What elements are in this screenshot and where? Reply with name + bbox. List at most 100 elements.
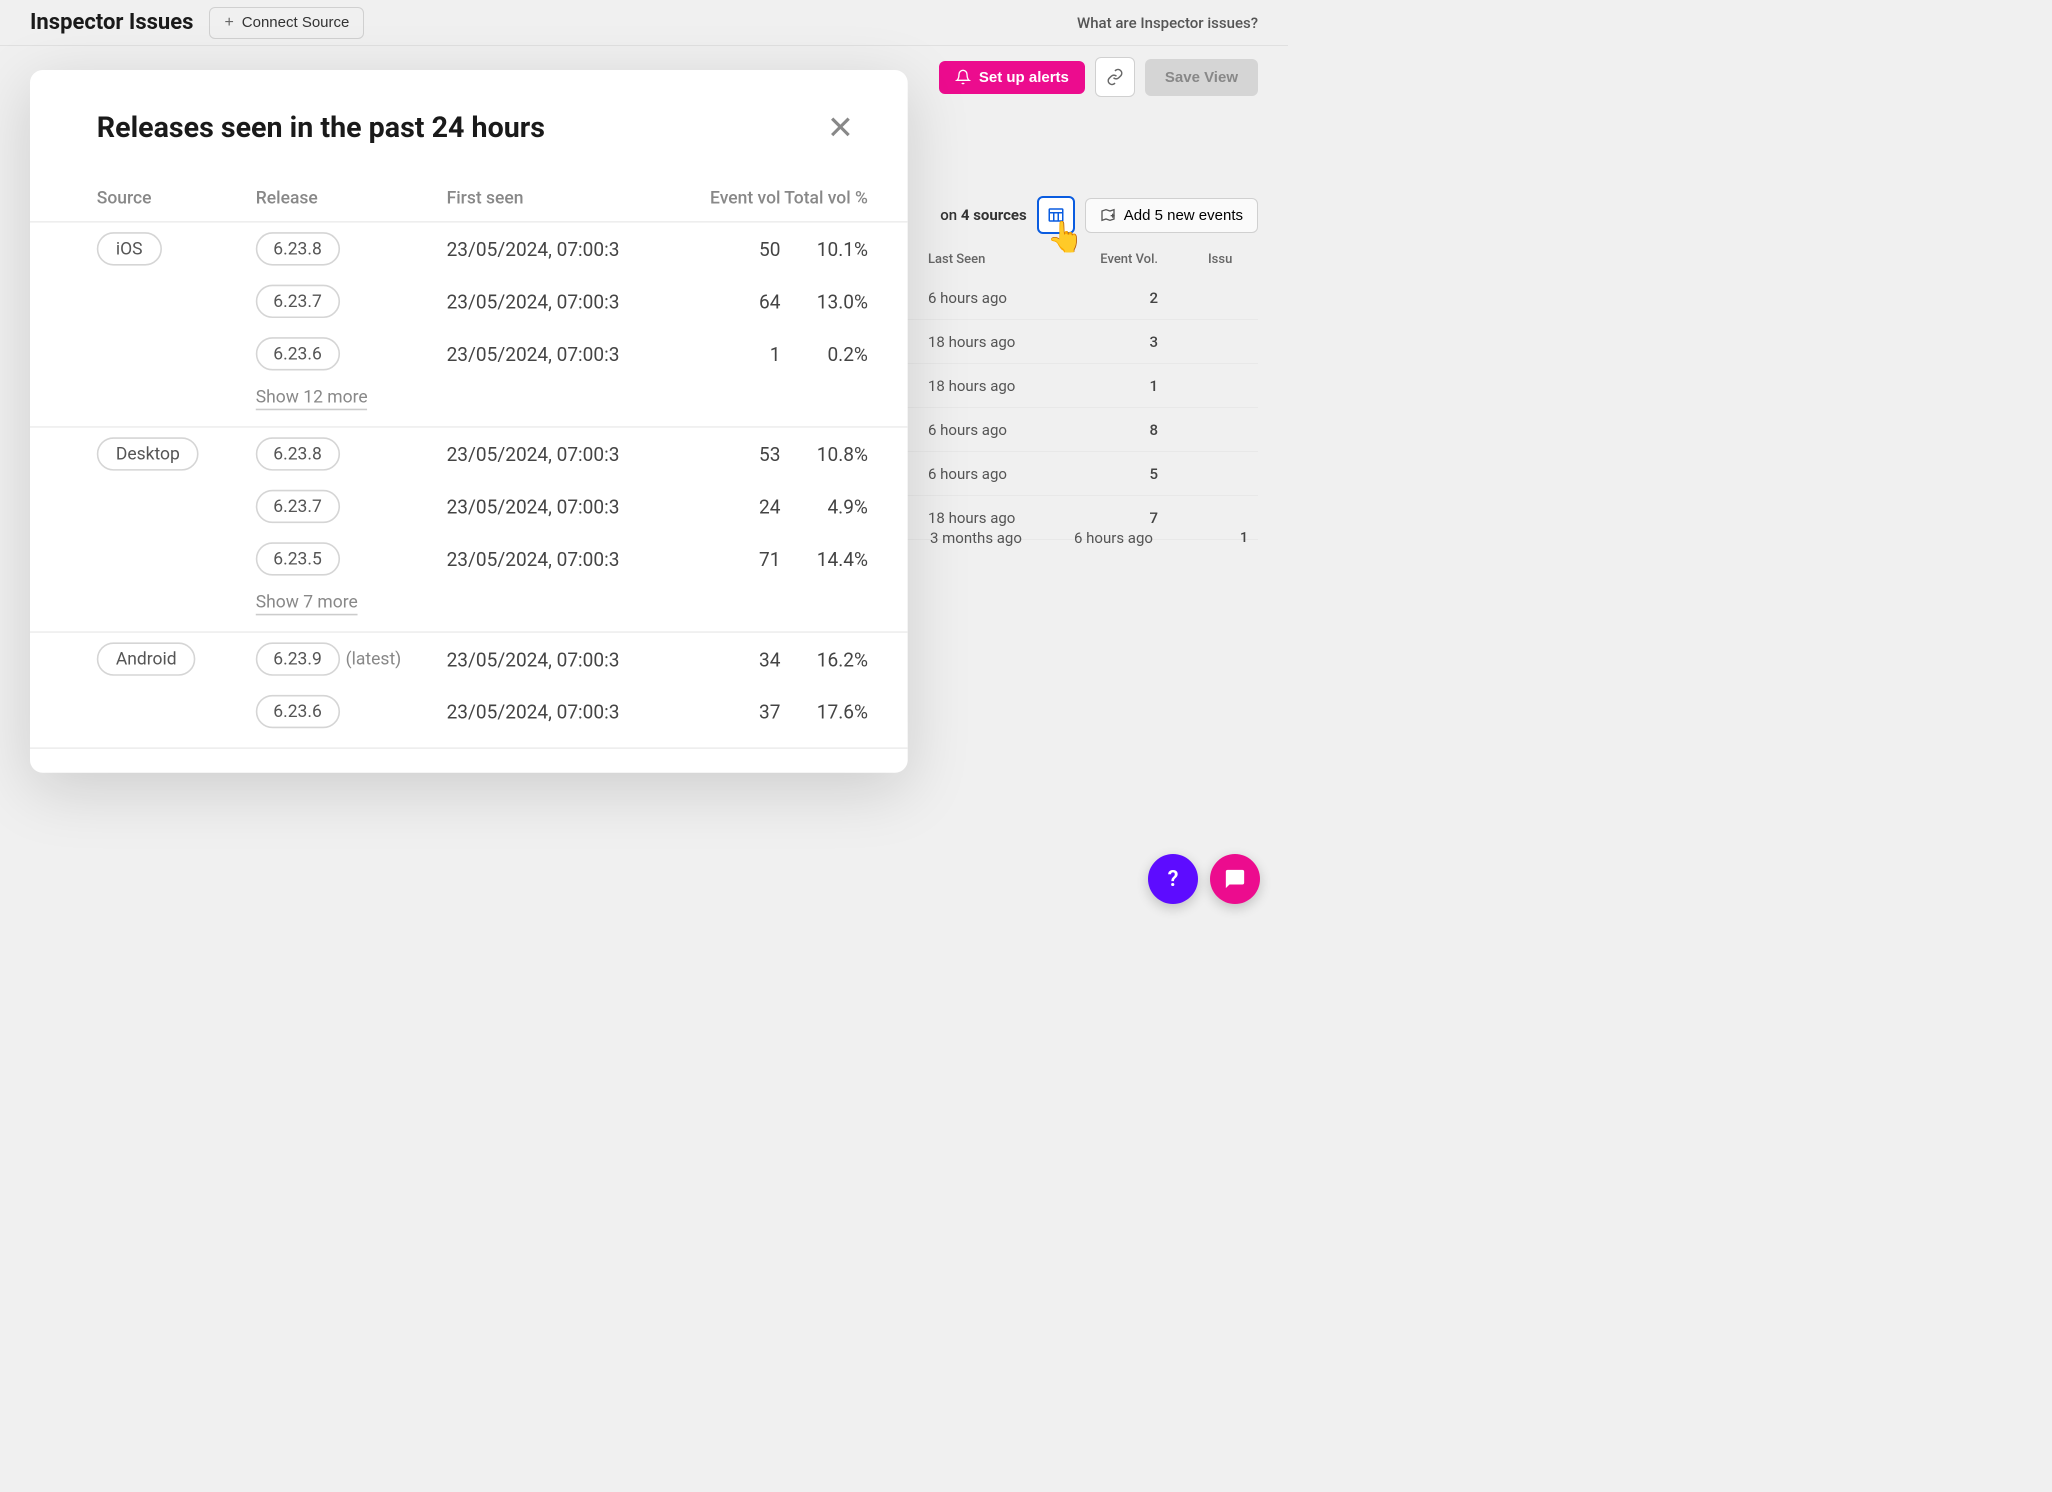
source-group: iOS 6.23.8 23/05/2024, 07:00:3 50 10.1% … (30, 223, 908, 428)
first-seen-cell: 23/05/2024, 07:00:3 (447, 238, 686, 260)
event-vol-cell: 3 (1088, 333, 1158, 351)
release-pill: 6.23.5 (256, 542, 340, 575)
release-row: 6.23.6 23/05/2024, 07:00:3 37 17.6% (30, 685, 908, 737)
first-seen-cell: 23/05/2024, 07:00:3 (447, 343, 686, 365)
first-seen-cell: 23/05/2024, 07:00:3 (447, 443, 686, 465)
chat-fab[interactable] (1210, 854, 1260, 904)
connect-source-button[interactable]: + Connect Source (209, 7, 364, 39)
last-seen-cell: 6 hours ago (928, 289, 1038, 307)
event-vol-cell: 64 (685, 290, 780, 312)
total-pct-cell: 10.1% (780, 238, 867, 260)
first-seen-cell: 23/05/2024, 07:00:3 (447, 700, 686, 722)
release-row: Desktop 6.23.8 23/05/2024, 07:00:3 53 10… (30, 428, 908, 480)
col-first-seen: First seen (447, 188, 686, 209)
toolbar-right: on 4 sources 👆 Add 5 new events (940, 196, 1258, 234)
release-cell: 6.23.8 (256, 232, 447, 265)
total-pct-cell: 16.2% (780, 648, 867, 670)
releases-table-button[interactable]: 👆 (1037, 196, 1075, 234)
help-link[interactable]: What are Inspector issues? (1077, 14, 1258, 32)
total-pct-cell: 4.9% (780, 495, 867, 517)
show-more-link[interactable]: Show 7 more (256, 592, 358, 616)
release-cell: 6.23.6 (256, 337, 447, 370)
source-cell: Desktop (97, 437, 256, 470)
col-event-vol: Event vol (685, 188, 780, 209)
event-vol-cell: 37 (685, 700, 780, 722)
event-vol-cell: 71 (685, 548, 780, 570)
help-fab[interactable]: ? (1148, 854, 1198, 904)
release-row: 6.23.7 23/05/2024, 07:00:3 64 13.0% (30, 275, 908, 327)
col-release: Release (256, 188, 447, 209)
release-cell: 6.23.7 (256, 285, 447, 318)
event-vol-cell: 50 (685, 238, 780, 260)
bg-th-last-seen[interactable]: Last Seen (928, 252, 1038, 267)
modal-header: Releases seen in the past 24 hours ✕ (30, 108, 908, 175)
header-left: Inspector Issues + Connect Source (30, 7, 364, 39)
chat-icon (1224, 868, 1246, 890)
modal-table-header: Source Release First seen Event vol Tota… (30, 175, 908, 223)
last-seen-cell: 18 hours ago (928, 333, 1038, 351)
first-seen-cell: 23/05/2024, 07:00:3 (447, 648, 686, 670)
last-seen: 6 hours ago (1074, 529, 1194, 547)
total-pct-cell: 10.8% (780, 443, 867, 465)
release-row: 6.23.7 23/05/2024, 07:00:3 24 4.9% (30, 480, 908, 532)
release-row: 6.23.5 23/05/2024, 07:00:3 71 14.4% (30, 533, 908, 585)
releases-modal: Releases seen in the past 24 hours ✕ Sou… (30, 70, 908, 773)
source-cell: iOS (97, 232, 256, 265)
source-pill: iOS (97, 232, 162, 265)
save-view-button[interactable]: Save View (1145, 59, 1258, 96)
event-vol-cell: 34 (685, 648, 780, 670)
col-total-pct: Total vol % (780, 188, 867, 209)
event-vol-cell: 5 (1088, 465, 1158, 483)
sources-text: on 4 sources (940, 206, 1026, 224)
show-more-link[interactable]: Show 12 more (256, 386, 368, 410)
bg-th-issue[interactable]: Issu (1208, 252, 1248, 267)
setup-alerts-button[interactable]: Set up alerts (939, 61, 1085, 94)
last-seen-cell: 18 hours ago (928, 377, 1038, 395)
event-vol-cell: 2 (1088, 289, 1158, 307)
first-seen: 3 months ago (930, 529, 1050, 547)
connect-source-label: Connect Source (242, 14, 350, 31)
event-vol-cell: 1 (1088, 377, 1158, 395)
modal-body: iOS 6.23.8 23/05/2024, 07:00:3 50 10.1% … (30, 223, 908, 749)
release-cell: 6.23.7 (256, 490, 447, 523)
last-seen-cell: 6 hours ago (928, 421, 1038, 439)
release-pill: 6.23.9 (256, 642, 340, 675)
close-icon[interactable]: ✕ (827, 108, 854, 146)
map-plus-icon (1100, 207, 1116, 223)
release-cell: 6.23.6 (256, 695, 447, 728)
link-icon (1106, 68, 1124, 86)
last-seen-cell: 6 hours ago (928, 465, 1038, 483)
release-cell: 6.23.9 (latest) (256, 642, 447, 675)
total-pct-cell: 0.2% (780, 343, 867, 365)
share-link-button[interactable] (1095, 57, 1135, 97)
event-vol-cell: 53 (685, 443, 780, 465)
release-pill: 6.23.6 (256, 337, 340, 370)
source-pill: Desktop (97, 437, 199, 470)
release-row: iOS 6.23.8 23/05/2024, 07:00:3 50 10.1% (30, 223, 908, 275)
add-events-label: Add 5 new events (1124, 207, 1243, 224)
release-pill: 6.23.8 (256, 232, 340, 265)
event-vol-cell: 8 (1088, 421, 1158, 439)
latest-label: (latest) (346, 649, 402, 670)
event-vol: 1 (1218, 530, 1248, 546)
total-pct-cell: 14.4% (780, 548, 867, 570)
total-pct-cell: 17.6% (780, 700, 867, 722)
bg-th-event-vol[interactable]: Event Vol. (1088, 252, 1158, 267)
setup-alerts-label: Set up alerts (979, 69, 1069, 86)
release-cell: 6.23.5 (256, 542, 447, 575)
release-pill: 6.23.8 (256, 437, 340, 470)
page-title: Inspector Issues (30, 10, 193, 35)
release-row: 6.23.6 23/05/2024, 07:00:3 1 0.2% (30, 328, 908, 380)
total-pct-cell: 13.0% (780, 290, 867, 312)
event-vol-cell: 24 (685, 495, 780, 517)
release-cell: 6.23.8 (256, 437, 447, 470)
plus-icon: + (224, 14, 233, 32)
source-cell: Android (97, 642, 256, 675)
first-seen-cell: 23/05/2024, 07:00:3 (447, 495, 686, 517)
first-seen-cell: 23/05/2024, 07:00:3 (447, 290, 686, 312)
pointing-hand-icon: 👆 (1047, 220, 1084, 255)
release-pill: 6.23.7 (256, 490, 340, 523)
source-group: Android 6.23.9 (latest) 23/05/2024, 07:00… (30, 633, 908, 749)
top-header: Inspector Issues + Connect Source What a… (0, 0, 1288, 46)
add-events-button[interactable]: Add 5 new events (1085, 198, 1258, 233)
